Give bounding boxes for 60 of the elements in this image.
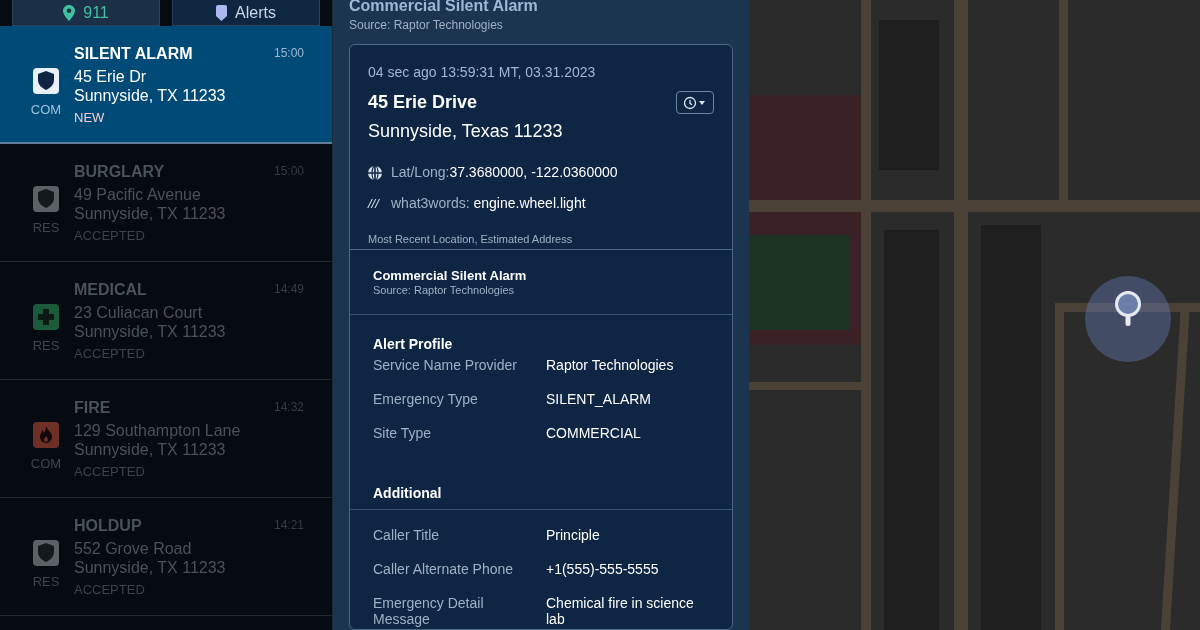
location-pin-icon	[1115, 291, 1141, 327]
city-text: Sunnyside, TX 11233	[74, 440, 227, 459]
status-text: ACCEPTED	[74, 464, 146, 480]
section-heading: Additional	[373, 485, 442, 501]
status-text: ACCEPTED	[74, 346, 146, 362]
city-text: Sunnyside, TX 11233	[74, 204, 227, 223]
site-label: RES	[32, 219, 60, 237]
site-label: COM	[30, 101, 62, 119]
address-text: 552 Grove Road	[74, 539, 193, 558]
globe-icon	[368, 165, 382, 180]
alert-title: Commercial Silent Alarm	[373, 268, 528, 283]
incident-row[interactable]: COM SILENT ALARM 45 Erie Dr Sunnyside, TX 11233 NEW 15:00	[0, 26, 332, 144]
source-text: Source: Raptor Technologies	[349, 17, 504, 34]
field-label: Emergency Type	[373, 391, 479, 409]
incident-type: MEDICAL	[74, 280, 148, 300]
location-pin-icon	[63, 4, 76, 21]
status-text: ACCEPTED	[74, 228, 146, 244]
incident-type: BURGLARY	[74, 162, 166, 182]
field-value: +1(555)-555-5555	[546, 561, 660, 579]
field-label: Caller Title	[373, 527, 441, 545]
address-text: 23 Culiacan Court	[74, 303, 204, 322]
status-text: NEW	[74, 110, 106, 126]
slashes-mark: ///	[368, 194, 381, 213]
clock-caret-icon	[684, 95, 706, 110]
address-text: 129 Southampton Lane	[74, 421, 242, 440]
what3words-text: what3words: engine.wheel.light	[391, 194, 586, 213]
source-text: Source: Raptor Technologies	[373, 283, 516, 297]
section-heading: Alert Profile	[373, 336, 453, 352]
site-label: RES	[32, 337, 60, 355]
site-label: RES	[32, 573, 60, 591]
city-text: Sunnyside, TX 11233	[74, 86, 227, 105]
incident-type: SILENT ALARM	[74, 44, 194, 64]
incident-type: HOLDUP	[74, 516, 143, 536]
street-address: 45 Erie Drive	[368, 91, 478, 114]
timestamp-text: 04 sec ago 13:59:31 MT, 03.31.2023	[368, 63, 597, 82]
city-state-text: Sunnyside, Texas 11233	[368, 120, 564, 143]
address-text: 49 Pacific Avenue	[74, 185, 202, 204]
incident-type: FIRE	[74, 398, 112, 418]
site-label: COM	[30, 455, 62, 473]
lat-long-text: Lat/Long:37.3680000, -122.0360000	[391, 163, 618, 182]
field-label: Emergency Detail Message	[373, 595, 485, 629]
field-label: Site Type	[373, 425, 433, 443]
field-value: COMMERCIAL	[546, 425, 642, 443]
status-text: ACCEPTED	[74, 582, 146, 598]
city-text: Sunnyside, TX 11233	[74, 558, 227, 577]
field-value: Chemical fire in science lab	[546, 595, 695, 629]
history-dropdown[interactable]	[676, 91, 714, 114]
address-text: 45 Erie Dr	[74, 67, 148, 86]
location-note: Most Recent Location, Estimated Address	[368, 232, 574, 247]
field-label: Caller Alternate Phone	[373, 561, 515, 579]
tab[interactable]: 911	[12, 0, 160, 26]
tag-icon	[216, 4, 228, 21]
city-text: Sunnyside, TX 11233	[74, 322, 227, 341]
panel-title: Commercial Silent Alarm	[349, 0, 539, 14]
tab[interactable]: Alerts	[172, 0, 320, 26]
field-label: Service Name Provider	[373, 357, 518, 375]
field-value: SILENT_ALARM	[546, 391, 653, 409]
field-value: Principle	[546, 527, 601, 545]
time-text: 15:00	[273, 45, 304, 62]
field-value: Raptor Technologies	[546, 357, 675, 375]
